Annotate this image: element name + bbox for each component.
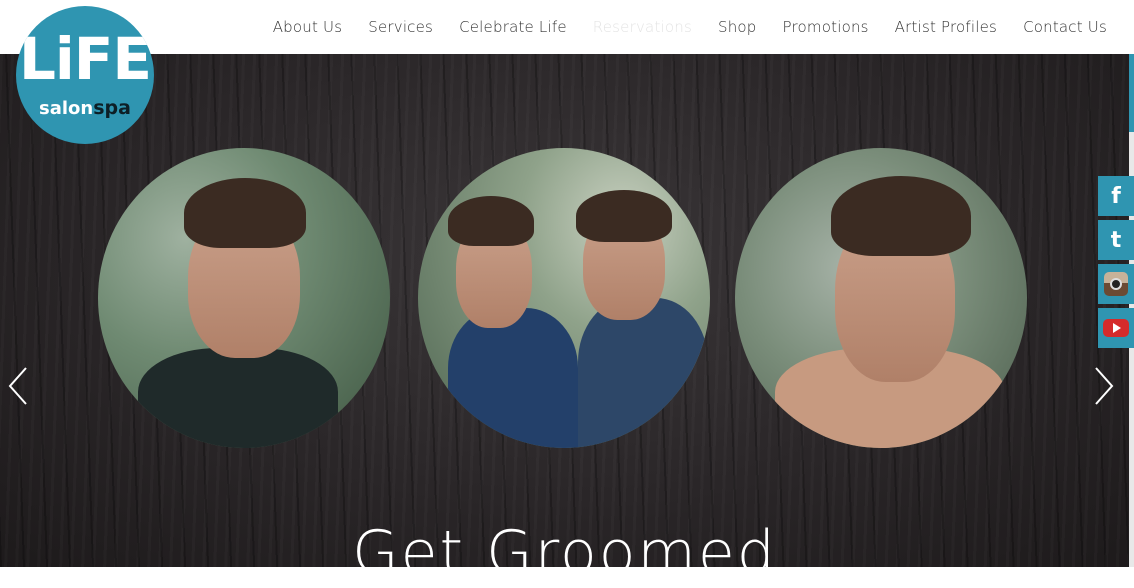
nav-celebrate-life[interactable]: Celebrate Life [459,18,567,36]
site-header: About Us Services Celebrate Life Reserva… [0,0,1134,54]
nav-reservations[interactable]: Reservations [593,18,692,36]
logo-subtitle: salonspa [16,98,154,119]
scrollbar-thumb[interactable] [1129,54,1134,132]
social-links: f t [1098,176,1134,352]
tumblr-icon: t [1110,227,1122,253]
facebook-link[interactable]: f [1098,176,1134,216]
facebook-icon: f [1111,183,1121,209]
main-nav: About Us Services Celebrate Life Reserva… [247,0,1107,54]
prev-slide-arrow-icon[interactable] [8,366,28,406]
logo-salon: salon [39,98,94,119]
nav-artist-profiles[interactable]: Artist Profiles [895,18,997,36]
instagram-link[interactable] [1098,264,1134,304]
nav-services[interactable]: Services [368,18,433,36]
logo-wordmark: LiFE [18,25,152,93]
next-slide-arrow-icon[interactable] [1094,366,1114,406]
nav-shop[interactable]: Shop [718,18,757,36]
site-logo[interactable]: LiFE salonspa [16,6,154,144]
nav-about-us[interactable]: About Us [273,18,343,36]
tumblr-link[interactable]: t [1098,220,1134,260]
logo-spa: spa [93,97,131,119]
slide-image-portrait-2 [735,148,1027,448]
slide-image-two-men [418,148,710,448]
hero-headline: Get Groomed [352,518,777,588]
nav-promotions[interactable]: Promotions [783,18,869,36]
youtube-link[interactable] [1098,308,1134,348]
nav-contact-us[interactable]: Contact Us [1023,18,1107,36]
hero-slider [0,54,1129,567]
instagram-icon [1104,272,1128,296]
youtube-icon [1103,319,1129,337]
slide-image-portrait-1 [98,148,390,448]
